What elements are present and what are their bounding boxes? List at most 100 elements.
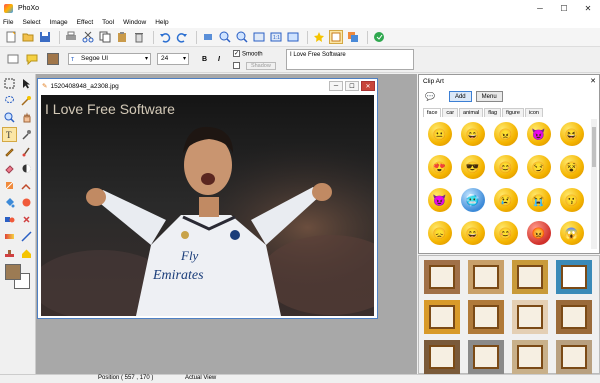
layer-icon[interactable]	[346, 30, 360, 44]
brush-icon[interactable]	[19, 144, 34, 159]
frame-thumbnail[interactable]	[554, 338, 594, 376]
minimize-button[interactable]: ─	[528, 0, 552, 16]
home-icon[interactable]	[19, 246, 34, 261]
open-icon[interactable]	[21, 30, 35, 44]
add-button[interactable]: Add	[448, 91, 472, 102]
frame-thumbnail[interactable]	[466, 338, 506, 376]
heal-icon[interactable]	[19, 212, 34, 227]
close-icon[interactable]: ✕	[590, 77, 596, 85]
shape-icon[interactable]	[2, 212, 17, 227]
emoji-item[interactable]: 😵	[555, 152, 588, 182]
speech-icon[interactable]	[25, 52, 39, 66]
menu-effect[interactable]: Effect	[77, 19, 94, 26]
eraser-icon[interactable]	[2, 161, 17, 176]
menu-tool[interactable]: Tool	[102, 19, 114, 26]
clone-icon[interactable]	[2, 178, 17, 193]
hand-icon[interactable]	[19, 110, 34, 125]
emoji-item[interactable]: 😡	[522, 218, 555, 248]
delete-icon[interactable]	[132, 30, 146, 44]
emoji-item[interactable]: 😆	[555, 119, 588, 149]
photo-canvas[interactable]: Fly Emirates I Love Free Software	[41, 95, 374, 316]
actual-size-icon[interactable]: 1:1	[269, 30, 283, 44]
cut-icon[interactable]	[81, 30, 95, 44]
font-size-select[interactable]: 24 ▾	[157, 53, 189, 65]
eyedropper-icon[interactable]	[19, 127, 34, 142]
emoji-item[interactable]: 😍	[423, 152, 456, 182]
frame-thumbnail[interactable]	[422, 258, 462, 296]
emoji-item[interactable]: 😐	[423, 119, 456, 149]
font-select[interactable]: ᴛ Segoe UI ▾	[68, 53, 151, 65]
doc-close-button[interactable]: ✕	[361, 81, 375, 91]
frame-thumbnail[interactable]	[510, 298, 550, 336]
fill-icon[interactable]	[2, 195, 17, 210]
emoji-item[interactable]: 😄	[456, 119, 489, 149]
new-icon[interactable]	[4, 30, 18, 44]
star-icon[interactable]	[312, 30, 326, 44]
emoji-item[interactable]: 😏	[522, 152, 555, 182]
canvas-icon[interactable]	[286, 30, 300, 44]
emoji-item[interactable]: 🥶	[456, 185, 489, 215]
frame-icon[interactable]	[329, 30, 343, 44]
dodge-icon[interactable]	[19, 161, 34, 176]
help-icon[interactable]	[372, 30, 386, 44]
emoji-item[interactable]: 😞	[423, 218, 456, 248]
tab-icon[interactable]: icon	[524, 108, 543, 117]
doc-maximize-button[interactable]: ☐	[345, 81, 359, 91]
emoji-item[interactable]: 😎	[456, 152, 489, 182]
text-input[interactable]: I Love Free Software	[286, 49, 414, 70]
maximize-button[interactable]: ☐	[552, 0, 576, 16]
copy-icon[interactable]	[98, 30, 112, 44]
emoji-item[interactable]: 😈	[423, 185, 456, 215]
emoji-item[interactable]: 😱	[555, 218, 588, 248]
tab-face[interactable]: face	[423, 108, 442, 117]
shadow-button[interactable]: Shadow	[245, 62, 276, 71]
frame-thumbnail[interactable]	[510, 338, 550, 376]
zoom-in-icon[interactable]	[218, 30, 232, 44]
stamp-icon[interactable]	[2, 246, 17, 261]
frame-thumbnail[interactable]	[466, 298, 506, 336]
emoji-item[interactable]: 😊	[489, 218, 522, 248]
emoji-item[interactable]: 😢	[489, 185, 522, 215]
smudge-icon[interactable]	[19, 178, 34, 193]
tab-figure[interactable]: figure	[502, 108, 524, 117]
lasso-icon[interactable]	[2, 93, 17, 108]
menu-button[interactable]: Menu	[475, 91, 503, 102]
zoom-icon[interactable]	[2, 110, 17, 125]
bold-button[interactable]: B	[202, 56, 207, 63]
italic-button[interactable]: I	[218, 56, 220, 63]
magic-wand-icon[interactable]	[19, 93, 34, 108]
emoji-item[interactable]: 😈	[522, 119, 555, 149]
menu-help[interactable]: Help	[155, 19, 168, 26]
emoji-item[interactable]: 😄	[456, 218, 489, 248]
undo-icon[interactable]	[158, 30, 172, 44]
menu-image[interactable]: Image	[50, 19, 68, 26]
emoji-item[interactable]: 😊	[489, 152, 522, 182]
menu-file[interactable]: File	[3, 19, 13, 26]
tab-flag[interactable]: flag	[484, 108, 502, 117]
print-icon[interactable]	[64, 30, 78, 44]
paste-icon[interactable]	[115, 30, 129, 44]
text-color-swatch[interactable]	[47, 53, 59, 65]
frame-thumbnail[interactable]	[466, 258, 506, 296]
clipart-scrollbar[interactable]	[591, 119, 597, 249]
overlay-text[interactable]: I Love Free Software	[45, 101, 175, 117]
menu-select[interactable]: Select	[22, 19, 40, 26]
zoom-out-icon[interactable]	[235, 30, 249, 44]
frame-thumbnail[interactable]	[510, 258, 550, 296]
tab-car[interactable]: car	[442, 108, 459, 117]
printer-icon[interactable]	[201, 30, 215, 44]
frame-thumbnail[interactable]	[554, 298, 594, 336]
text-tool-icon[interactable]	[6, 52, 20, 66]
doc-minimize-button[interactable]: ─	[329, 81, 343, 91]
frame-thumbnail[interactable]	[422, 338, 462, 376]
foreground-color-swatch[interactable]	[5, 264, 21, 280]
shadow-checkbox[interactable]: Shadow	[233, 62, 276, 71]
fit-icon[interactable]	[252, 30, 266, 44]
menu-window[interactable]: Window	[123, 19, 146, 26]
emoji-item[interactable]: 😗	[555, 185, 588, 215]
pointer-icon[interactable]	[19, 76, 34, 91]
redo-icon[interactable]	[175, 30, 189, 44]
save-icon[interactable]	[38, 30, 52, 44]
emoji-item[interactable]: 😠	[489, 119, 522, 149]
text-icon[interactable]: T	[2, 127, 17, 142]
